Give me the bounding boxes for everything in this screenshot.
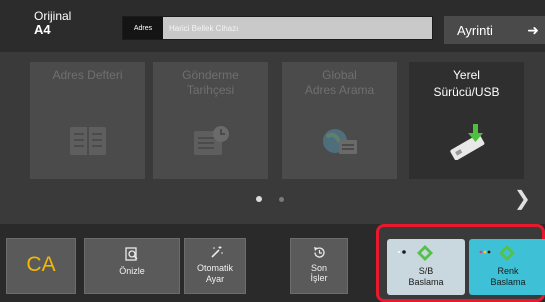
arrow-right-icon: ➜ [527, 22, 539, 38]
tile-send-history[interactable]: Gönderme Tarihçesi [153, 62, 268, 179]
header-bar: Orijinal A4 Adres Ayrinti ➜ [0, 0, 545, 52]
address-input[interactable] [163, 17, 432, 39]
tile-local-drive-usb[interactable]: Yerel Sürücü/USB [409, 62, 524, 179]
original-setting[interactable]: Orijinal A4 [34, 10, 71, 37]
diamond-start-icon [417, 245, 433, 261]
color-dots-icon [479, 250, 491, 254]
auto-adjust-button[interactable]: Otomatik Ayar [184, 238, 246, 294]
last-jobs-label-2: İşler [310, 273, 328, 283]
bw-start-button[interactable]: S/B Baslama [387, 239, 465, 295]
clear-all-button[interactable]: CA [6, 238, 76, 294]
preview-button[interactable]: Önizle [84, 238, 180, 294]
tile-label: Yerel [453, 68, 480, 82]
auto-adjust-label-2: Ayar [205, 274, 225, 284]
bw-start-label-2: Baslama [408, 277, 444, 287]
auto-adjust-label-1: Otomatik [196, 263, 233, 273]
tile-label-2: Sürücü/USB [433, 85, 500, 99]
page-dot-active[interactable] [256, 196, 262, 202]
original-size: A4 [34, 22, 51, 37]
scan-send-screen: Orijinal A4 Adres Ayrinti ➜ Adres Defter… [0, 0, 545, 302]
global-search-icon [323, 129, 357, 154]
preview-label: Önizle [119, 266, 145, 276]
color-start-label-1: Renk [497, 266, 519, 276]
mono-dots-icon [398, 250, 406, 254]
tile-label: Gönderme Tarihçesi [182, 68, 239, 97]
color-start-button[interactable]: Renk Baslama [469, 239, 545, 295]
start-buttons-group: S/B Baslama Renk Baslama [376, 224, 545, 302]
color-start-label-2: Baslama [490, 277, 526, 287]
usb-drive-icon [450, 124, 485, 160]
last-jobs-button[interactable]: Son İşler [290, 238, 348, 294]
clear-all-label: CA [26, 253, 56, 276]
send-history-icon [194, 126, 229, 155]
tile-label: Adres Defteri [52, 68, 123, 82]
magic-wand-icon [211, 246, 223, 258]
address-bar: Adres [122, 16, 433, 40]
diamond-start-icon [499, 245, 515, 261]
detail-button[interactable]: Ayrinti ➜ [444, 16, 545, 44]
address-book-icon [70, 127, 106, 155]
preview-icon [125, 247, 138, 261]
bw-start-label-1: S/B [418, 266, 434, 276]
last-jobs-label-1: Son [310, 263, 327, 273]
address-label[interactable]: Adres [123, 17, 163, 39]
tile-global-search[interactable]: Global Adres Arama [282, 62, 397, 179]
tile-label-2: Adres Arama [304, 83, 375, 97]
history-icon [314, 247, 325, 258]
tile-label: Global [322, 68, 357, 82]
bottom-action-bar: CA Önizle Otomatik Ayar Son İşler S/B Ba… [0, 224, 545, 302]
chevron-right-icon[interactable]: ❯ [514, 186, 531, 211]
tile-address-book[interactable]: Adres Defteri [30, 62, 145, 179]
detail-label: Ayrinti [457, 22, 493, 38]
page-dot[interactable] [279, 197, 284, 202]
